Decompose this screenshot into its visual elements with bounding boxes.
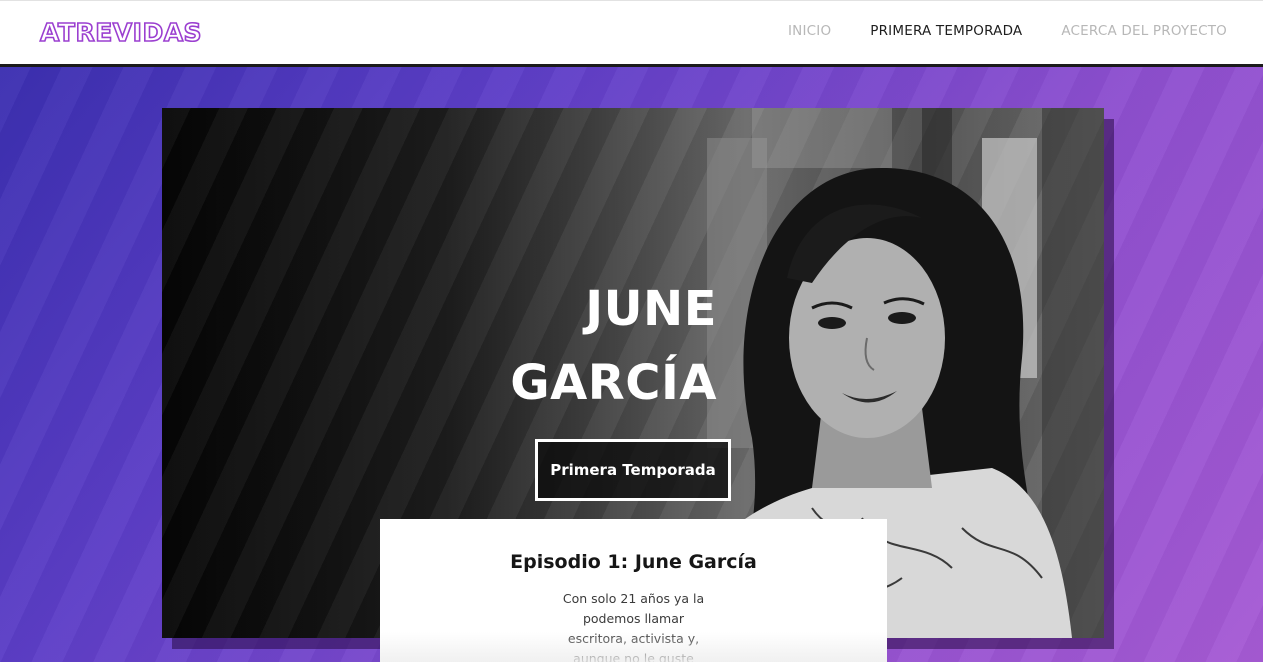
nav-link-acerca-del-proyecto[interactable]: ACERCA DEL PROYECTO (1061, 23, 1227, 39)
nav-link-inicio[interactable]: INICIO (788, 23, 831, 39)
primera-temporada-button[interactable]: Primera Temporada (535, 439, 731, 501)
top-navbar: ATREVIDAS INICIO PRIMERA TEMPORADA ACERC… (0, 0, 1263, 67)
main-nav: INICIO PRIMERA TEMPORADA ACERCA DEL PROY… (788, 23, 1227, 39)
episode-card: Episodio 1: June García Con solo 21 años… (380, 519, 887, 662)
episode-title: Episodio 1: June García (510, 551, 757, 573)
nav-link-primera-temporada[interactable]: PRIMERA TEMPORADA (870, 23, 1022, 39)
hero-name-heading: JUNE GARCÍA (510, 272, 717, 421)
hero-name-first: JUNE (585, 281, 717, 337)
episode-description: Con solo 21 años ya la podemos llamar es… (562, 591, 705, 662)
site-logo[interactable]: ATREVIDAS (39, 17, 202, 48)
hero-name-last: GARCÍA (510, 355, 717, 412)
